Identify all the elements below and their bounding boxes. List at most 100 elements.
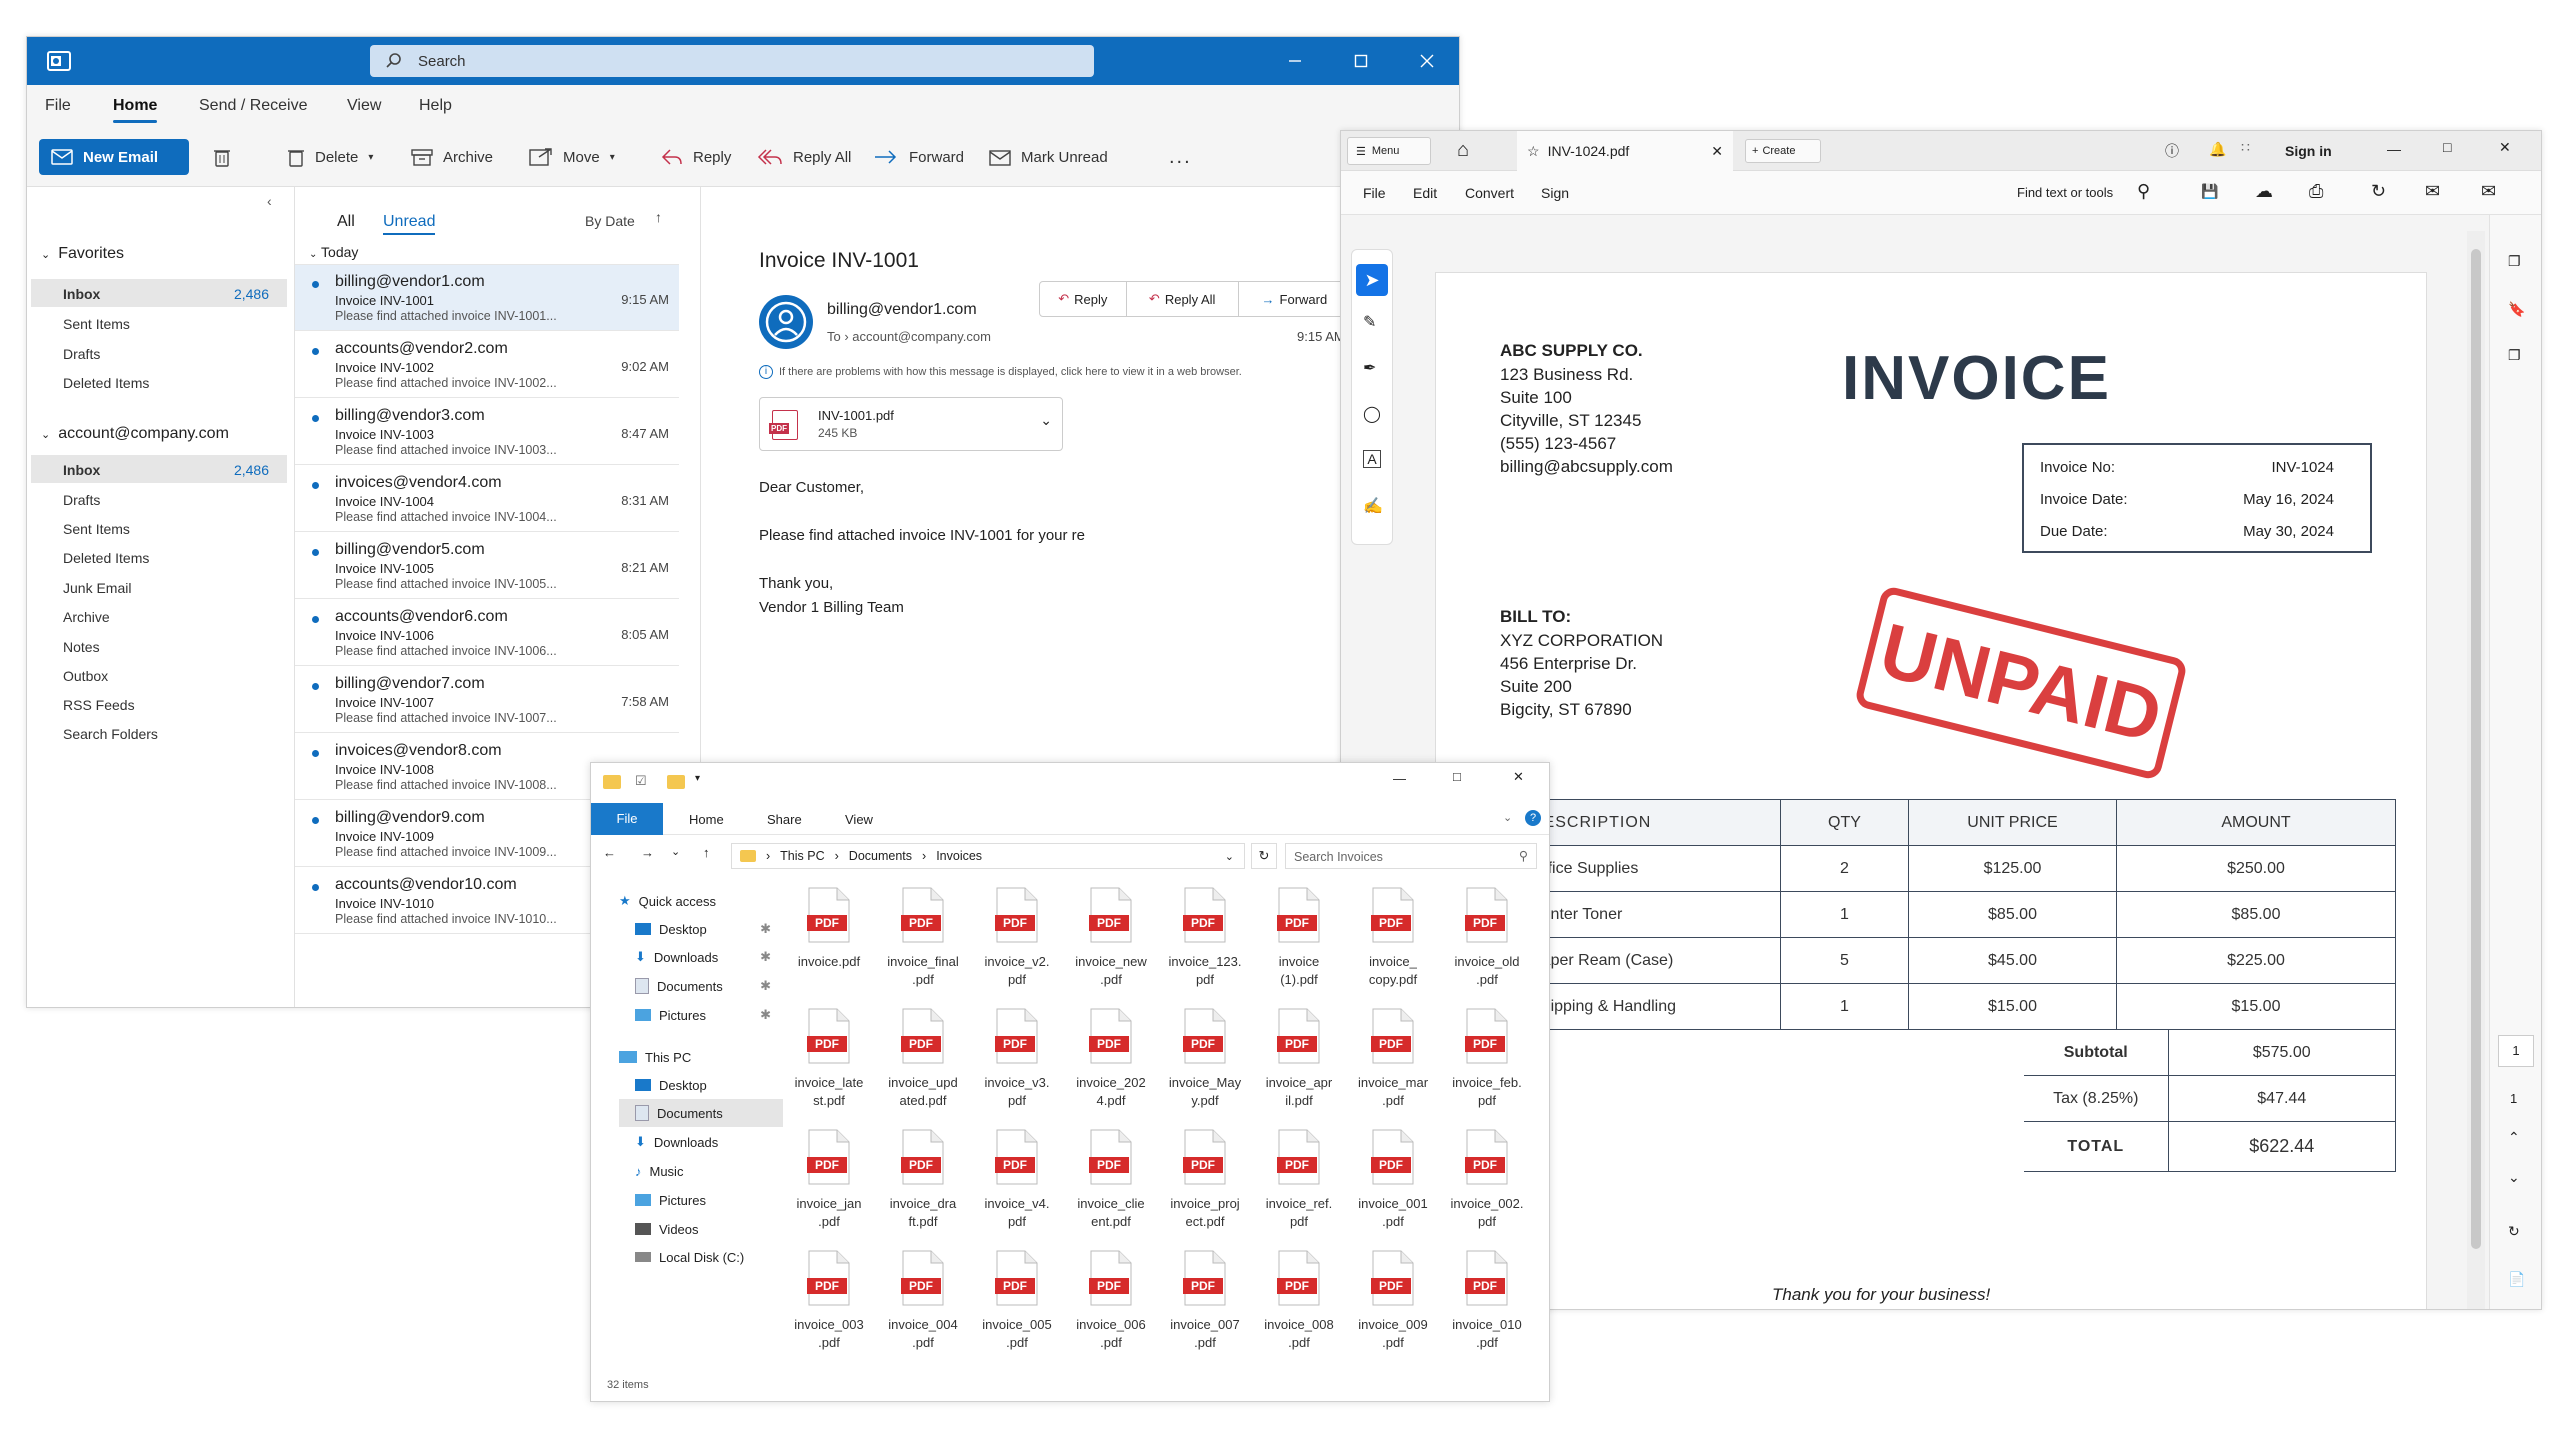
vertical-scrollbar[interactable] — [2467, 231, 2485, 1309]
nav-quick-pictures[interactable]: Pictures ✱ — [619, 1001, 783, 1029]
collapse-pane-icon[interactable]: ‹ — [267, 193, 272, 209]
close-button[interactable]: ✕ — [2499, 139, 2511, 156]
upload-cloud-icon[interactable]: ☁ — [2255, 181, 2273, 202]
file-item[interactable]: PDF invoice_late st.pdf — [783, 1008, 875, 1128]
file-item[interactable]: PDF invoice_v4. pdf — [971, 1129, 1063, 1249]
close-button[interactable]: ✕ — [1513, 769, 1524, 785]
trash-button[interactable] — [213, 139, 231, 175]
menu-convert[interactable]: Convert — [1465, 185, 1514, 201]
file-item[interactable]: PDF invoice_123. pdf — [1159, 887, 1251, 1007]
new-folder-icon[interactable] — [667, 775, 685, 789]
recent-locations-icon[interactable]: ⌄ — [671, 845, 680, 858]
page-up-icon[interactable]: ⌃ — [2508, 1129, 2520, 1146]
copy-icon[interactable]: ❐ — [2508, 347, 2521, 364]
maximize-button[interactable]: □ — [1453, 769, 1461, 784]
file-item[interactable]: PDF invoice_dra ft.pdf — [877, 1129, 969, 1249]
back-arrow-icon[interactable]: ← — [603, 845, 616, 860]
pen-icon[interactable]: ✒ — [1363, 358, 1376, 378]
file-item[interactable]: PDF invoice_clie ent.pdf — [1065, 1129, 1157, 1249]
print-icon[interactable]: ⎙ — [2309, 181, 2323, 202]
reading-reply-button[interactable]: ↶ Reply — [1040, 282, 1127, 316]
select-cursor-icon[interactable]: ➤ — [1356, 264, 1388, 296]
address-bar[interactable]: › This PC › Documents › Invoices ⌄ — [731, 843, 1245, 869]
message-row[interactable]: billing@vendor1.com Invoice INV-1001 Pleas… — [295, 265, 679, 331]
file-item[interactable]: PDF invoice_May y.pdf — [1159, 1008, 1251, 1128]
chevron-down-icon[interactable]: ⌄ — [1225, 850, 1234, 863]
lasso-icon[interactable]: ◯ — [1363, 404, 1381, 424]
nav-pc-videos[interactable]: Videos — [619, 1215, 783, 1243]
menu-view[interactable]: View — [347, 97, 381, 115]
file-item[interactable]: PDF invoice_upd ated.pdf — [877, 1008, 969, 1128]
comment-icon[interactable]: ✎ — [1363, 312, 1376, 332]
file-item[interactable]: PDF invoice_old .pdf — [1441, 887, 1533, 1007]
favorites-header[interactable]: ⌄ Favorites — [41, 245, 124, 263]
create-button[interactable]: + Create — [1745, 139, 1821, 163]
folder-rss-feeds[interactable]: RSS Feeds — [31, 690, 287, 718]
nav-pc-desktop[interactable]: Desktop — [619, 1071, 783, 1099]
bookmark-icon[interactable]: 🔖 — [2508, 301, 2525, 318]
nav-quick-downloads[interactable]: ⬇ Downloads ✱ — [619, 943, 783, 971]
message-row[interactable]: invoices@vendor4.com Invoice INV-1004 Plea… — [295, 466, 679, 532]
nav-pc-local-disk[interactable]: Local Disk (C:) — [619, 1243, 783, 1271]
chevron-down-icon[interactable]: ▾ — [695, 773, 700, 784]
file-item[interactable]: PDF invoice_004 .pdf — [877, 1250, 969, 1370]
notification-bell-icon[interactable]: 🔔 — [2209, 141, 2226, 158]
file-item[interactable]: PDF invoice_006 .pdf — [1065, 1250, 1157, 1370]
nav-pc-pictures[interactable]: Pictures — [619, 1186, 783, 1214]
scroll-thumb[interactable] — [2471, 249, 2481, 1249]
file-item[interactable]: PDF invoice_010 .pdf — [1441, 1250, 1533, 1370]
expand-ribbon-icon[interactable]: ⌄ — [1503, 811, 1512, 824]
favorites-deleted-items[interactable]: Deleted Items — [31, 368, 287, 396]
message-row[interactable]: billing@vendor5.com Invoice INV-1005 Pleas… — [295, 533, 679, 599]
file-item[interactable]: PDF invoice_001 .pdf — [1347, 1129, 1439, 1249]
file-item[interactable]: PDF invoice_feb. pdf — [1441, 1008, 1533, 1128]
file-item[interactable]: PDF invoice_ref. pdf — [1253, 1129, 1345, 1249]
reply-button[interactable]: Reply — [661, 139, 731, 175]
nav-pc-music[interactable]: ♪ Music — [619, 1157, 783, 1185]
ribbon-file-tab[interactable]: File — [591, 803, 663, 835]
properties-icon[interactable]: ☑ — [635, 773, 647, 789]
message-row[interactable]: accounts@vendor6.com Invoice INV-1006 Plea… — [295, 600, 679, 666]
minimize-button[interactable]: — — [1393, 771, 1406, 786]
file-item[interactable]: PDF invoice_v3. pdf — [971, 1008, 1063, 1128]
nav-quick-access[interactable]: ★ Quick access — [603, 887, 767, 915]
rotate-icon[interactable]: ↻ — [2508, 1223, 2520, 1240]
menu-file[interactable]: File — [45, 97, 71, 115]
file-item[interactable]: PDF invoice.pdf — [783, 887, 875, 1007]
display-info-banner[interactable]: i If there are problems with how this me… — [759, 365, 1242, 379]
menu-home[interactable]: Home — [113, 97, 158, 123]
menu-send-receive[interactable]: Send / Receive — [199, 97, 308, 115]
star-icon[interactable]: ☆ — [1527, 143, 1540, 160]
message-row[interactable]: billing@vendor7.com Invoice INV-1007 Pleas… — [295, 667, 679, 733]
account-inbox[interactable]: Inbox 2,486 — [31, 455, 287, 483]
file-item[interactable]: PDF invoice_new .pdf — [1065, 887, 1157, 1007]
file-item[interactable]: PDF invoice_jan .pdf — [783, 1129, 875, 1249]
nav-quick-documents[interactable]: Documents ✱ — [619, 972, 783, 1000]
reading-reply-all-button[interactable]: ↶ Reply All — [1127, 282, 1239, 316]
help-icon[interactable]: ? — [1525, 810, 1541, 826]
file-item[interactable]: PDF invoice_proj ect.pdf — [1159, 1129, 1251, 1249]
ribbon-view-tab[interactable]: View — [845, 812, 873, 827]
menu-sign[interactable]: Sign — [1541, 185, 1569, 201]
search-invoices-field[interactable]: Search Invoices ⚲ — [1285, 843, 1537, 869]
folder-junk-email[interactable]: Junk Email — [31, 573, 287, 601]
attachment-card[interactable]: PDF INV-1001.pdf 245 KB ⌄ — [759, 397, 1063, 451]
new-email-button[interactable]: New Email — [39, 139, 189, 175]
close-button[interactable] — [1399, 37, 1455, 85]
minimize-button[interactable] — [1267, 37, 1323, 85]
nav-quick-desktop[interactable]: Desktop ✱ — [619, 915, 783, 943]
folder-sent-items[interactable]: Sent Items — [31, 514, 287, 542]
file-item[interactable]: PDF invoice_009 .pdf — [1347, 1250, 1439, 1370]
delete-button[interactable]: Delete ▾ — [287, 139, 373, 175]
file-item[interactable]: PDF invoice (1).pdf — [1253, 887, 1345, 1007]
up-arrow-icon[interactable]: ↑ — [703, 845, 710, 860]
forward-button[interactable]: Forward — [873, 139, 964, 175]
share-icon[interactable]: ↻ — [2371, 181, 2386, 202]
maximize-button[interactable] — [1333, 37, 1389, 85]
page-down-icon[interactable]: ⌄ — [2508, 1169, 2520, 1186]
mark-unread-button[interactable]: Mark Unread — [989, 139, 1108, 175]
file-item[interactable]: PDF invoice_005 .pdf — [971, 1250, 1063, 1370]
tab-all[interactable]: All — [337, 213, 355, 231]
page-number-field[interactable]: 1 — [2498, 1035, 2534, 1067]
favorites-drafts[interactable]: Drafts — [31, 339, 287, 367]
